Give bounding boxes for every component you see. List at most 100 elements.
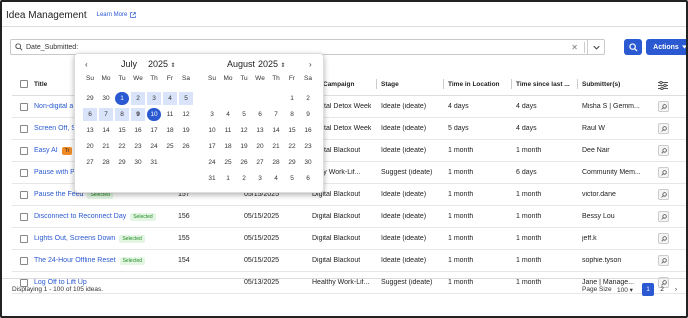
calendar-day[interactable]: 16: [131, 124, 145, 137]
row-action-button[interactable]: [658, 145, 669, 156]
calendar-day[interactable]: 20: [253, 140, 267, 153]
calendar-day[interactable]: 6: [301, 172, 315, 185]
calendar-day[interactable]: 6: [253, 108, 267, 121]
row-checkbox[interactable]: [20, 257, 28, 265]
calendar-day[interactable]: 2: [301, 92, 315, 105]
calendar-day[interactable]: 14: [99, 124, 113, 137]
calendar-day[interactable]: 14: [269, 124, 283, 137]
row-action-button[interactable]: [658, 189, 669, 200]
idea-title-link[interactable]: Lights Out, Screens Down: [34, 235, 115, 242]
calendar-day[interactable]: 3: [205, 108, 219, 121]
idea-title-link[interactable]: Easy AI: [34, 147, 58, 154]
calendar-day[interactable]: 1: [115, 92, 129, 105]
idea-title-link[interactable]: Pause with P: [34, 169, 75, 176]
next-month-icon[interactable]: ›: [309, 60, 312, 69]
calendar-day[interactable]: 25: [163, 140, 177, 153]
calendar-day[interactable]: 20: [83, 140, 97, 153]
select-all-checkbox[interactable]: [20, 80, 28, 88]
calendar-day[interactable]: 9: [301, 108, 315, 121]
page-size-select[interactable]: 100 ▾: [617, 286, 633, 294]
calendar-day[interactable]: 19: [237, 140, 251, 153]
calendar-day[interactable]: 5: [179, 92, 193, 105]
search-button[interactable]: [624, 39, 642, 55]
calendar-day[interactable]: 15: [285, 124, 299, 137]
calendar-day[interactable]: 22: [115, 140, 129, 153]
calendar-day[interactable]: 7: [99, 108, 113, 121]
actions-button[interactable]: Actions: [646, 39, 686, 55]
search-dropdown-button[interactable]: [587, 40, 604, 54]
calendar-day[interactable]: 1: [285, 92, 299, 105]
column-campaign[interactable]: Campaign: [323, 81, 354, 88]
calendar-day[interactable]: 21: [99, 140, 113, 153]
column-stage[interactable]: Stage: [381, 81, 399, 88]
calendar-day[interactable]: 29: [115, 156, 129, 169]
column-title[interactable]: Title: [34, 81, 47, 88]
calendar-day[interactable]: 1: [221, 172, 235, 185]
row-checkbox[interactable]: [20, 235, 28, 243]
column-time-since-last[interactable]: Time since last ...: [516, 81, 570, 88]
row-action-button[interactable]: [658, 255, 669, 266]
calendar-day[interactable]: 10: [147, 108, 161, 121]
learn-more-link[interactable]: Learn More: [97, 12, 137, 18]
calendar-day[interactable]: 7: [269, 108, 283, 121]
year-select[interactable]: 2025 ⇕: [148, 59, 176, 69]
row-action-button[interactable]: [658, 233, 669, 244]
calendar-day[interactable]: 29: [83, 92, 97, 105]
calendar-day[interactable]: 26: [179, 140, 193, 153]
calendar-day[interactable]: 4: [221, 108, 235, 121]
calendar-day[interactable]: 15: [115, 124, 129, 137]
row-checkbox[interactable]: [20, 147, 28, 155]
calendar-day[interactable]: 31: [147, 156, 161, 169]
prev-month-icon[interactable]: ‹: [85, 60, 88, 69]
idea-title-link[interactable]: Disconnect to Reconnect Day: [34, 213, 126, 220]
calendar-day[interactable]: 23: [131, 140, 145, 153]
row-checkbox[interactable]: [20, 213, 28, 221]
calendar-day[interactable]: 13: [253, 124, 267, 137]
calendar-day[interactable]: 11: [163, 108, 177, 121]
page-1-button[interactable]: 1: [642, 283, 654, 296]
clear-icon[interactable]: ✕: [571, 43, 578, 52]
calendar-day[interactable]: 30: [301, 156, 315, 169]
table-row[interactable]: Lights Out, Screens Down Selected 155 05/15…: [12, 228, 686, 250]
calendar-day[interactable]: 23: [301, 140, 315, 153]
idea-title-link[interactable]: The 24-Hour Offline Reset: [34, 257, 116, 264]
row-action-button[interactable]: [658, 101, 669, 112]
calendar-day[interactable]: 27: [253, 156, 267, 169]
calendar-day[interactable]: 5: [237, 108, 251, 121]
calendar-day[interactable]: 9: [131, 108, 145, 121]
calendar-day[interactable]: 30: [99, 92, 113, 105]
row-checkbox[interactable]: [20, 191, 28, 199]
calendar-day[interactable]: 12: [179, 108, 193, 121]
calendar-day[interactable]: 8: [115, 108, 129, 121]
calendar-day[interactable]: 3: [147, 92, 161, 105]
calendar-day[interactable]: 6: [83, 108, 97, 121]
calendar-day[interactable]: 21: [269, 140, 283, 153]
calendar-day[interactable]: 30: [131, 156, 145, 169]
month-select[interactable]: July: [121, 59, 137, 69]
calendar-day[interactable]: 18: [221, 140, 235, 153]
calendar-day[interactable]: 5: [285, 172, 299, 185]
page-2-button[interactable]: 2: [656, 283, 668, 296]
calendar-day[interactable]: 2: [237, 172, 251, 185]
calendar-day[interactable]: 4: [163, 92, 177, 105]
calendar-day[interactable]: 13: [83, 124, 97, 137]
calendar-day[interactable]: 28: [99, 156, 113, 169]
table-row[interactable]: The 24-Hour Offline Reset Selected 154 05/1…: [12, 250, 686, 272]
calendar-day[interactable]: 19: [179, 124, 193, 137]
calendar-day[interactable]: 31: [205, 172, 219, 185]
calendar-day[interactable]: 17: [205, 140, 219, 153]
calendar-day[interactable]: 11: [221, 124, 235, 137]
row-checkbox[interactable]: [20, 103, 28, 111]
year-select[interactable]: 2025 ⇕: [258, 59, 286, 69]
row-action-button[interactable]: [658, 211, 669, 222]
calendar-day[interactable]: 3: [253, 172, 267, 185]
column-submitters[interactable]: Submitter(s): [582, 81, 620, 88]
calendar-day[interactable]: 12: [237, 124, 251, 137]
calendar-day[interactable]: 24: [205, 156, 219, 169]
idea-title-link[interactable]: Screen Off, S: [34, 125, 76, 132]
calendar-day[interactable]: 4: [269, 172, 283, 185]
calendar-day[interactable]: 25: [221, 156, 235, 169]
column-time-in-location[interactable]: Time in Location: [448, 81, 500, 88]
calendar-day[interactable]: 27: [83, 156, 97, 169]
next-page-icon[interactable]: ›: [670, 283, 682, 296]
